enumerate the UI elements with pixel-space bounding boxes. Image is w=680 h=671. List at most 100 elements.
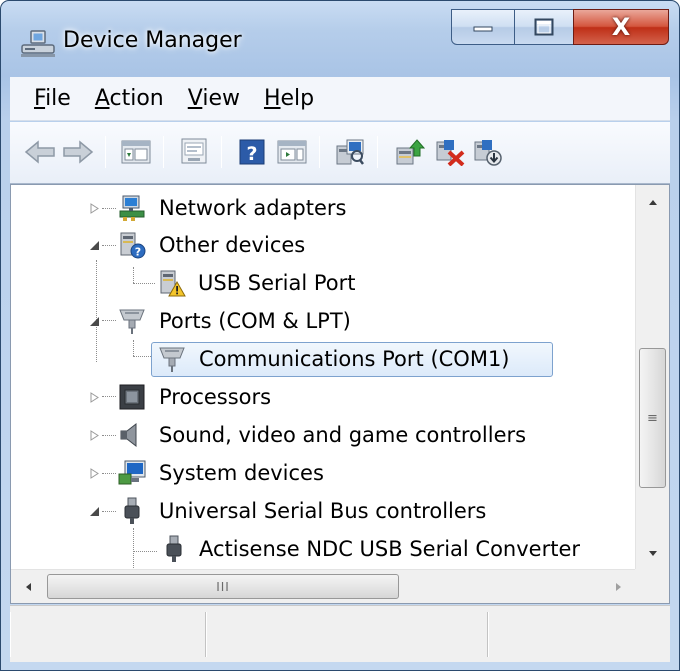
- vertical-scroll-thumb[interactable]: ≡: [639, 348, 666, 488]
- tree-node-sound-video-game[interactable]: Sound, video and game controllers: [11, 417, 611, 454]
- port-icon: [119, 309, 145, 334]
- svg-text:?: ?: [246, 143, 257, 165]
- scan-hardware-button[interactable]: [334, 136, 366, 168]
- minimize-button[interactable]: [451, 9, 515, 45]
- status-pane: [488, 612, 668, 657]
- menu-view[interactable]: View: [176, 86, 252, 111]
- show-action-pane-button[interactable]: [276, 136, 308, 168]
- tree-node-processors[interactable]: Processors: [11, 379, 611, 416]
- show-hide-console-tree-button[interactable]: [120, 136, 152, 168]
- minimize-icon: [473, 26, 493, 32]
- tree-node-label: Ports (COM & LPT): [159, 309, 351, 333]
- tree-node-label: Other devices: [159, 233, 306, 257]
- status-pane: [10, 612, 206, 657]
- status-bar: [10, 605, 670, 662]
- show-hide-console-tree-icon: [121, 140, 151, 164]
- tree-node-label: USB Serial Port: [198, 271, 356, 295]
- scroll-left-button[interactable]: [11, 570, 45, 603]
- menu-action[interactable]: Action: [83, 86, 176, 111]
- scroll-corner: [635, 569, 669, 603]
- window-title: Device Manager: [63, 28, 242, 53]
- port-icon: [159, 347, 185, 372]
- toolbar-separator: [163, 136, 164, 168]
- title-bar[interactable]: Device Manager X: [1, 1, 679, 77]
- menu-bar: File Action View Help: [10, 77, 670, 121]
- scroll-up-icon: [648, 199, 657, 205]
- expand-icon[interactable]: [89, 392, 100, 403]
- disable-icon: [474, 140, 502, 166]
- forward-icon: [63, 140, 94, 164]
- close-icon: X: [611, 13, 631, 41]
- collapse-icon[interactable]: [89, 506, 100, 517]
- warning-device-icon: [160, 270, 186, 297]
- properties-icon: [181, 138, 207, 164]
- scroll-right-button[interactable]: [601, 570, 635, 603]
- tree-node-ports[interactable]: Ports (COM & LPT): [11, 303, 611, 340]
- tree-node-label: Communications Port (COM1): [199, 347, 510, 371]
- usb-icon: [166, 535, 182, 562]
- properties-button[interactable]: [178, 136, 210, 168]
- uninstall-button[interactable]: [434, 136, 466, 168]
- device-manager-icon: [21, 30, 55, 57]
- vertical-scrollbar[interactable]: ≡: [635, 185, 669, 570]
- back-icon: [24, 140, 55, 164]
- menu-file-label: ile: [45, 86, 71, 111]
- system-device-icon: [118, 460, 146, 485]
- toolbar-separator: [105, 136, 106, 168]
- toolbar-separator: [377, 136, 378, 168]
- svg-text:?: ?: [135, 246, 141, 259]
- collapse-icon[interactable]: [89, 316, 100, 327]
- tree-node-usb-serial-port[interactable]: USB Serial Port: [11, 265, 611, 302]
- horizontal-scrollbar[interactable]: III: [11, 569, 635, 603]
- scroll-down-button[interactable]: [636, 536, 669, 570]
- usb-icon: [124, 497, 140, 524]
- forward-button[interactable]: [62, 136, 94, 168]
- tree-node-actisense-converter[interactable]: Actisense NDC USB Serial Converter: [11, 531, 611, 568]
- tree-node-other-devices[interactable]: ? Other devices: [11, 227, 611, 264]
- tree-node-label: Sound, video and game controllers: [159, 423, 527, 447]
- horizontal-scroll-thumb[interactable]: III: [47, 574, 399, 599]
- toolbar: ?: [10, 122, 670, 184]
- scroll-right-icon: [615, 582, 621, 591]
- close-button[interactable]: X: [573, 9, 669, 45]
- device-tree[interactable]: Network adapters ? Other devices USB Ser…: [10, 184, 670, 604]
- tree-node-label: Network adapters: [159, 196, 347, 220]
- expand-icon[interactable]: [89, 203, 100, 214]
- scroll-grip: ≡: [647, 410, 658, 426]
- tree-node-system-devices[interactable]: System devices: [11, 455, 611, 492]
- scroll-left-icon: [25, 582, 31, 591]
- disable-button[interactable]: [472, 136, 504, 168]
- help-icon: ?: [239, 139, 265, 165]
- device-manager-window: Device Manager X File Action View Help ?…: [0, 0, 680, 671]
- maximize-icon: [534, 18, 554, 36]
- uninstall-icon: [436, 140, 465, 166]
- toolbar-separator: [221, 136, 222, 168]
- tree-node-label: Actisense NDC USB Serial Converter: [199, 537, 581, 561]
- unknown-device-icon: ?: [120, 232, 146, 259]
- back-button[interactable]: [24, 136, 56, 168]
- scroll-down-icon: [648, 550, 657, 556]
- expand-icon[interactable]: [89, 430, 100, 441]
- maximize-button[interactable]: [514, 9, 574, 45]
- toolbar-separator: [319, 136, 320, 168]
- show-action-pane-icon: [277, 140, 307, 164]
- collapse-icon[interactable]: [89, 240, 100, 251]
- tree-node-label: System devices: [159, 461, 324, 485]
- help-button[interactable]: ?: [236, 136, 268, 168]
- scroll-up-button[interactable]: [636, 185, 669, 219]
- tree-node-network-adapters[interactable]: Network adapters: [11, 190, 611, 227]
- tree-node-label: Universal Serial Bus controllers: [159, 499, 487, 523]
- tree-node-communications-port[interactable]: Communications Port (COM1): [11, 341, 611, 378]
- processor-icon: [119, 384, 145, 410]
- update-driver-button[interactable]: [394, 136, 426, 168]
- menu-help[interactable]: Help: [252, 86, 326, 111]
- scroll-grip: III: [216, 579, 230, 594]
- menu-file[interactable]: File: [10, 86, 83, 111]
- menu-view-label: iew: [202, 86, 240, 111]
- network-adapter-icon: [119, 195, 145, 221]
- scan-hardware-icon: [336, 139, 364, 165]
- expand-icon[interactable]: [89, 468, 100, 479]
- tree-node-label: Processors: [159, 385, 272, 409]
- tree-node-usb-controllers[interactable]: Universal Serial Bus controllers: [11, 493, 611, 530]
- status-pane: [206, 612, 488, 657]
